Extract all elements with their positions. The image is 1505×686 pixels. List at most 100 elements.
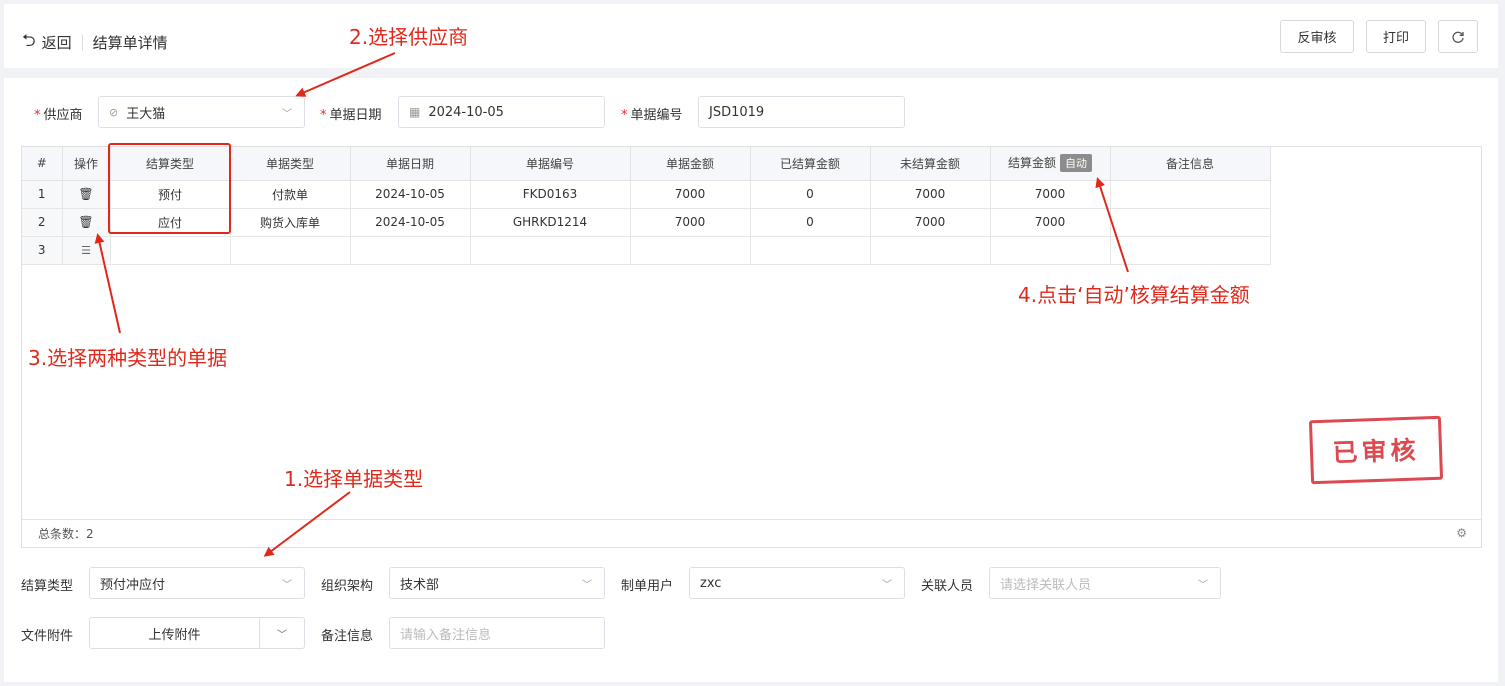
settle-type-value: 预付冲应付 (100, 577, 166, 593)
audited-stamp: 已审核 (1308, 415, 1444, 485)
cell-amount[interactable] (630, 236, 751, 265)
chevron-down-icon: ﹀ (282, 109, 292, 120)
annotation-step-4: 4.点击‘自动’核算结算金额 (1018, 283, 1250, 307)
annotation-step-2: 2.选择供应商 (349, 25, 469, 49)
back-link[interactable]: ⮌ 返回 结算单详情 (22, 28, 168, 57)
cell-settle-type[interactable]: 应付 (110, 208, 231, 237)
print-button[interactable]: 打印 (1366, 20, 1426, 53)
org-value: 技术部 (400, 577, 440, 593)
table-footer: 总条数：2 ⚙ (22, 519, 1481, 547)
cell-doc-date[interactable] (350, 236, 471, 265)
gear-icon[interactable]: ⚙ (1456, 526, 1467, 540)
cell-settle-amount[interactable]: 7000 (990, 180, 1111, 209)
related-label: 关联人员 (921, 579, 974, 594)
settle-type-select[interactable]: 预付冲应付 ﹀ (89, 567, 305, 599)
supplier-select[interactable]: ⊘ 王大猫 ﹀ (98, 96, 305, 128)
link-icon: ⊘ (109, 105, 119, 119)
cell-remark[interactable] (1110, 180, 1271, 209)
cell-settled[interactable]: 0 (750, 180, 871, 209)
row-index: 1 (22, 180, 63, 209)
cell-doc-no[interactable] (470, 236, 631, 265)
cell-settle-type[interactable] (110, 236, 231, 265)
col-header-doc-no: 单据编号 (470, 147, 631, 181)
list-search-icon: ☰ (81, 244, 91, 257)
total-count: 总条数：2 (38, 527, 94, 541)
chevron-down-icon: ﹀ (1198, 580, 1208, 591)
col-header-index: # (22, 147, 63, 181)
table-row: 3 ☰ (22, 236, 1271, 265)
cell-doc-type[interactable]: 购货入库单 (230, 208, 351, 237)
cell-doc-date[interactable]: 2024-10-05 (350, 208, 471, 237)
cell-settled[interactable] (750, 236, 871, 265)
annotation-step-3: 3.选择两种类型的单据 (28, 346, 228, 370)
attach-label: 文件附件 (21, 629, 74, 644)
col-header-settled: 已结算金额 (750, 147, 871, 181)
cell-unsettled[interactable]: 7000 (870, 180, 991, 209)
col-header-doc-type: 单据类型 (230, 147, 351, 181)
cell-settled[interactable]: 0 (750, 208, 871, 237)
back-label: 返回 (41, 34, 72, 52)
cell-amount[interactable]: 7000 (630, 208, 751, 237)
cell-settle-amount[interactable] (990, 236, 1111, 265)
annotation-step-1: 1.选择单据类型 (284, 467, 424, 491)
maker-select[interactable]: zxc ﹀ (689, 567, 905, 599)
cell-unsettled[interactable] (870, 236, 991, 265)
remark-input[interactable]: 请输入备注信息 (389, 617, 605, 649)
col-header-remark: 备注信息 (1110, 147, 1271, 181)
related-select[interactable]: 请选择关联人员 ﹀ (989, 567, 1221, 599)
remark-label: 备注信息 (321, 629, 374, 644)
cell-amount[interactable]: 7000 (630, 180, 751, 209)
col-header-action: 操作 (62, 147, 111, 181)
table-row: 1 🗑 预付 付款单 2024-10-05 FKD0163 7000 0 700… (22, 180, 1271, 209)
col-header-settle-amount: 结算金额 自动 (990, 147, 1111, 181)
cell-settle-type[interactable]: 预付 (110, 180, 231, 209)
trash-icon: 🗑 (78, 215, 94, 229)
cell-doc-date[interactable]: 2024-10-05 (350, 180, 471, 209)
cell-doc-no[interactable]: FKD0163 (470, 180, 631, 209)
cell-remark[interactable] (1110, 236, 1271, 265)
top-bar: ⮌ 返回 结算单详情 反审核 打印 (4, 4, 1498, 68)
trash-icon: 🗑 (78, 187, 94, 201)
delete-row-button[interactable]: 🗑 (62, 208, 111, 237)
date-input[interactable]: ▦ 2024-10-05 (398, 96, 605, 128)
upload-control: 上传附件 ﹀ (89, 617, 305, 649)
row-index: 3 (22, 236, 63, 265)
col-header-doc-date: 单据日期 (350, 147, 471, 181)
page-title: 结算单详情 (92, 34, 168, 52)
refresh-button[interactable] (1438, 20, 1478, 53)
delete-row-button[interactable]: 🗑 (62, 180, 111, 209)
table-header-row: # 操作 结算类型 单据类型 单据日期 单据编号 单据金额 已结算金额 未结算金… (22, 147, 1271, 181)
table-row: 2 🗑 应付 购货入库单 2024-10-05 GHRKD1214 7000 0… (22, 208, 1271, 237)
detail-table: # 操作 结算类型 单据类型 单据日期 单据编号 单据金额 已结算金额 未结算金… (21, 146, 1482, 548)
col-header-unsettled: 未结算金额 (870, 147, 991, 181)
upload-dropdown[interactable]: ﹀ (260, 618, 304, 648)
settle-type-label: 结算类型 (21, 579, 74, 594)
divider (81, 34, 83, 51)
chevron-down-icon: ﹀ (882, 580, 892, 591)
row-index: 2 (22, 208, 63, 237)
remark-placeholder: 请输入备注信息 (400, 627, 492, 643)
number-label: * 单据编号 (621, 108, 683, 123)
supplier-value: 王大猫 (126, 106, 166, 122)
cell-unsettled[interactable]: 7000 (870, 208, 991, 237)
number-value: JSD1019 (709, 104, 765, 120)
related-placeholder: 请选择关联人员 (1000, 577, 1092, 593)
cell-doc-type[interactable]: 付款单 (230, 180, 351, 209)
org-select[interactable]: 技术部 ﹀ (389, 567, 605, 599)
auto-button[interactable]: 自动 (1060, 154, 1092, 173)
cell-settle-amount[interactable]: 7000 (990, 208, 1111, 237)
date-label: * 单据日期 (320, 108, 382, 123)
date-value: 2024-10-05 (428, 104, 504, 120)
select-doc-button[interactable]: ☰ (62, 236, 111, 265)
cell-remark[interactable] (1110, 208, 1271, 237)
number-input[interactable]: JSD1019 (698, 96, 905, 128)
col-header-settle-type: 结算类型 (110, 147, 231, 181)
supplier-label: * 供应商 (34, 108, 83, 123)
cell-doc-no[interactable]: GHRKD1214 (470, 208, 631, 237)
org-label: 组织架构 (321, 579, 374, 594)
upload-button[interactable]: 上传附件 (90, 618, 260, 648)
col-header-amount: 单据金额 (630, 147, 751, 181)
unaudit-button[interactable]: 反审核 (1280, 20, 1354, 53)
cell-doc-type[interactable] (230, 236, 351, 265)
back-arrow-icon: ⮌ (22, 31, 36, 51)
